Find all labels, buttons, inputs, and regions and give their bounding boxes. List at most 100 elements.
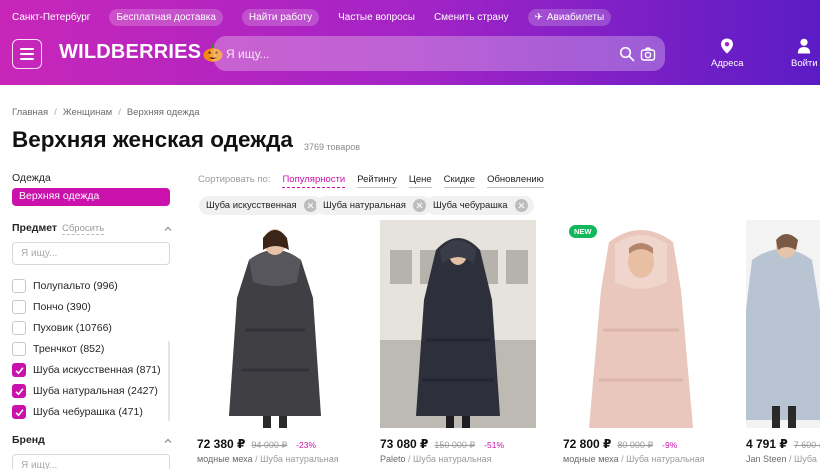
chevron-up-icon[interactable] bbox=[164, 225, 172, 233]
product-price: 72 800 ₽ bbox=[563, 437, 612, 451]
product-title[interactable]: модные меха / Шуба натуральная bbox=[197, 454, 339, 464]
checkbox-label: Шуба чебурашка (471) bbox=[33, 406, 143, 418]
chevron-up-icon[interactable] bbox=[164, 437, 172, 445]
checkbox-label: Шуба натуральная (2427) bbox=[33, 385, 158, 397]
close-icon[interactable] bbox=[412, 199, 426, 212]
product-price-row: 72 800 ₽ 80 000 ₽ -9% bbox=[563, 437, 677, 451]
product-old-price: 94 000 ₽ bbox=[251, 440, 288, 450]
product-price: 73 080 ₽ bbox=[380, 437, 429, 451]
checkbox-label: Шуба искусственная (871) bbox=[33, 364, 161, 376]
fur-coat-photo bbox=[746, 220, 820, 428]
addresses-label: Адреса bbox=[711, 58, 744, 69]
checkbox[interactable] bbox=[12, 279, 26, 293]
brand-search-input[interactable]: Я ищу... bbox=[12, 454, 170, 469]
camera-search-icon[interactable] bbox=[640, 46, 656, 62]
breadcrumb-separator: / bbox=[118, 107, 121, 118]
product-old-price: 80 000 ₽ bbox=[617, 440, 654, 450]
free-delivery-link[interactable]: Бесплатная доставка bbox=[109, 8, 223, 26]
product-brand: Jan Steen bbox=[746, 454, 787, 464]
product-title[interactable]: модные меха / Шуба натуральная bbox=[563, 454, 705, 464]
product-discount: -23% bbox=[296, 440, 316, 450]
product-count: 3769 товаров bbox=[304, 142, 361, 152]
new-badge: NEW bbox=[569, 225, 597, 238]
reset-subject-button[interactable]: Сбросить bbox=[62, 223, 105, 235]
product-old-price: 7 600 ₽ bbox=[793, 440, 820, 450]
product-brand: модные меха bbox=[197, 454, 253, 464]
user-icon bbox=[798, 38, 811, 54]
login-button[interactable]: Войти bbox=[791, 38, 818, 69]
menu-burger-button[interactable] bbox=[12, 39, 42, 69]
product-image[interactable] bbox=[746, 220, 820, 428]
check-icon bbox=[14, 387, 24, 395]
subject-checkbox-row[interactable]: Шуба искусственная (871) bbox=[12, 362, 161, 378]
product-old-price: 150 000 ₽ bbox=[434, 440, 476, 450]
site-logo[interactable]: WILDBERRIES bbox=[59, 41, 223, 64]
filter-chip-label: Шуба искусственная bbox=[206, 200, 297, 211]
check-icon bbox=[14, 408, 24, 416]
sort-price[interactable]: Цене bbox=[408, 174, 432, 188]
subject-checkbox-row[interactable]: Полупальто (996) bbox=[12, 278, 118, 294]
subject-checkbox-row[interactable]: Шуба чебурашка (471) bbox=[12, 404, 143, 420]
close-icon[interactable] bbox=[514, 199, 528, 212]
breadcrumb-home[interactable]: Главная bbox=[12, 107, 48, 118]
flights-link[interactable]: ✈ Авиабилеты bbox=[527, 8, 612, 26]
breadcrumb-outerwear[interactable]: Верхняя одежда bbox=[127, 107, 200, 118]
brand-heading[interactable]: Бренд bbox=[12, 434, 45, 446]
product-brand: модные меха bbox=[563, 454, 619, 464]
checkbox-checked[interactable] bbox=[12, 384, 26, 398]
product-price-row: 73 080 ₽ 150 000 ₽ -51% bbox=[380, 437, 504, 451]
logo-text: WILDBERRIES bbox=[59, 41, 202, 63]
product-price-row: 72 380 ₽ 94 000 ₽ -23% bbox=[197, 437, 316, 451]
product-image[interactable] bbox=[380, 220, 536, 428]
close-icon[interactable] bbox=[303, 199, 317, 212]
product-image[interactable] bbox=[197, 220, 353, 428]
product-image[interactable]: NEW bbox=[563, 220, 719, 428]
checkbox[interactable] bbox=[12, 300, 26, 314]
location-pin-icon bbox=[721, 38, 734, 54]
subject-checkbox-row[interactable]: Тренчкот (852) bbox=[12, 341, 104, 357]
checkbox[interactable] bbox=[12, 321, 26, 335]
fur-coat-photo bbox=[563, 220, 719, 428]
product-price: 4 791 ₽ bbox=[746, 437, 788, 451]
product-title[interactable]: Paleto / Шуба натуральная bbox=[380, 454, 492, 464]
sort-update[interactable]: Обновлению bbox=[487, 174, 544, 188]
product-name: / Шуба натуральная bbox=[408, 454, 492, 464]
jobs-link[interactable]: Найти работу bbox=[241, 8, 320, 26]
product-brand: Paleto bbox=[380, 454, 406, 464]
sort-popularity[interactable]: Популярности bbox=[282, 174, 346, 188]
flights-label: Авиабилеты bbox=[546, 11, 605, 23]
filter-chip-label: Шуба чебурашка bbox=[433, 200, 508, 211]
breadcrumb-women[interactable]: Женщинам bbox=[63, 107, 112, 118]
sort-discount[interactable]: Скидке bbox=[443, 174, 476, 188]
product-discount: -9% bbox=[662, 440, 678, 450]
faq-link[interactable]: Частые вопросы bbox=[338, 12, 415, 23]
product-name: / Шуба натуральная bbox=[621, 454, 705, 464]
sidebar-scrollbar[interactable] bbox=[168, 341, 170, 421]
addresses-button[interactable]: Адреса bbox=[711, 38, 743, 69]
checkbox-label: Полупальто (996) bbox=[33, 280, 118, 292]
subject-checkbox-row[interactable]: Пуховик (10766) bbox=[12, 320, 112, 336]
applied-filter-chip: Шуба натуральная bbox=[316, 196, 432, 215]
checkbox-label: Тренчкот (852) bbox=[33, 343, 105, 355]
city-selector[interactable]: Санкт-Петербург bbox=[12, 12, 90, 23]
active-category-chip[interactable]: Верхняя одежда bbox=[12, 188, 170, 206]
sort-rating[interactable]: Рейтингу bbox=[357, 174, 397, 188]
subject-heading[interactable]: Предмет bbox=[12, 222, 57, 234]
search-bar bbox=[214, 36, 665, 71]
search-icon[interactable] bbox=[619, 46, 635, 62]
checkbox-checked[interactable] bbox=[12, 405, 26, 419]
category-heading: Одежда bbox=[12, 172, 51, 184]
checkbox[interactable] bbox=[12, 342, 26, 356]
product-title[interactable]: Jan Steen / Шуба bbox=[746, 454, 817, 464]
checkbox-label: Пуховик (10766) bbox=[33, 322, 112, 334]
sort-bar: Сортировать по: Популярности Рейтингу Це… bbox=[198, 174, 556, 188]
fur-coat-photo bbox=[380, 220, 536, 428]
product-price-row: 4 791 ₽ 7 600 ₽ bbox=[746, 437, 820, 451]
subject-search-input[interactable]: Я ищу... bbox=[12, 242, 170, 265]
change-country-link[interactable]: Сменить страну bbox=[434, 12, 509, 23]
subject-checkbox-row[interactable]: Пончо (390) bbox=[12, 299, 91, 315]
site-header: Санкт-Петербург Бесплатная доставка Найт… bbox=[0, 0, 820, 85]
search-input[interactable] bbox=[226, 36, 606, 71]
subject-checkbox-row[interactable]: Шуба натуральная (2427) bbox=[12, 383, 158, 399]
checkbox-checked[interactable] bbox=[12, 363, 26, 377]
